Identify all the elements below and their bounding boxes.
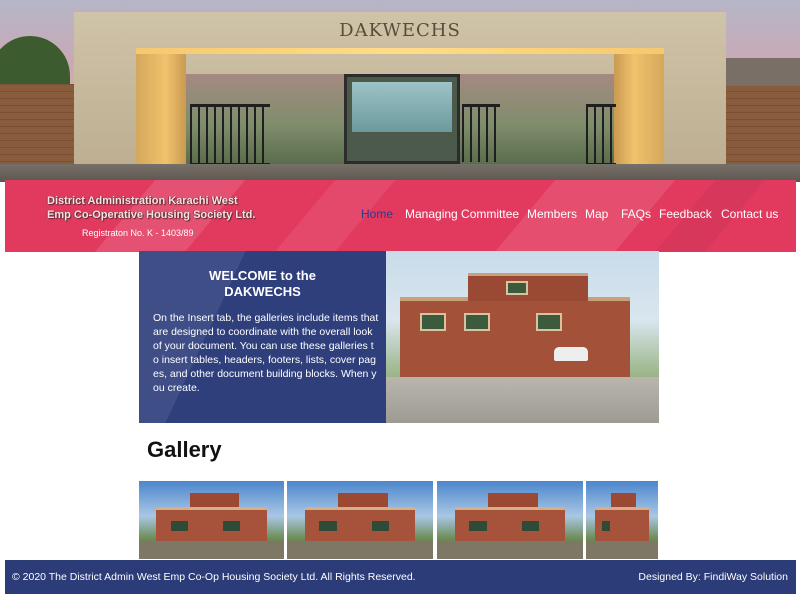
gate-fence-left: [190, 104, 270, 166]
gallery-heading: Gallery: [147, 437, 222, 462]
nav-contact-us[interactable]: Contact us: [721, 207, 778, 221]
gate-sign-text: DAKWECHS: [339, 20, 461, 41]
gallery-thumbnail-2[interactable]: [287, 481, 433, 559]
thumb-window: [469, 521, 487, 531]
thumb-window: [223, 521, 241, 531]
house-car: [554, 347, 588, 361]
gate-fence-right: [586, 104, 616, 166]
thumb-window: [371, 521, 390, 531]
thumb-ground: [139, 541, 284, 559]
house-window: [420, 313, 446, 331]
house-upper-floor: [468, 273, 588, 301]
thumb-window: [319, 521, 337, 531]
house-body: [400, 297, 630, 377]
nav-home[interactable]: Home: [361, 207, 393, 221]
nav-feedback[interactable]: Feedback: [659, 207, 712, 221]
thumb-window: [601, 521, 611, 531]
guard-booth-window: [352, 82, 452, 132]
thumb-ground: [437, 541, 583, 559]
house-window: [506, 281, 528, 295]
welcome-text: On the Insert tab, the galleries include…: [153, 312, 379, 394]
house-driveway: [386, 377, 659, 423]
organization-name: District Administration Karachi West Emp…: [47, 194, 255, 222]
nav-managing-committee[interactable]: Managing Committee: [405, 207, 519, 221]
nav-map[interactable]: Map: [585, 207, 608, 221]
featured-house-image: [386, 251, 659, 423]
footer-copyright: © 2020 The District Admin West Emp Co-Op…: [12, 571, 416, 583]
footer-bar: © 2020 The District Admin West Emp Co-Op…: [5, 560, 796, 594]
welcome-title-line2: DAKWECHS: [224, 284, 301, 299]
org-name-line1: District Administration Karachi West: [47, 195, 238, 207]
hero-building: [720, 58, 800, 88]
gallery-thumbnail-3[interactable]: [437, 481, 583, 559]
hero-banner-image: DAKWECHS: [0, 0, 800, 182]
thumb-window: [521, 521, 540, 531]
welcome-title: WELCOME to the DAKWECHS: [139, 268, 386, 300]
header-nav-banner: District Administration Karachi West Emp…: [5, 180, 796, 252]
nav-members[interactable]: Members: [527, 207, 577, 221]
gate-pillar-left: [136, 54, 186, 170]
gallery-strip: [139, 481, 658, 559]
thumb-ground: [287, 541, 433, 559]
gate-light-strip: [136, 48, 664, 54]
house-window: [536, 313, 562, 331]
welcome-title-line1: WELCOME to the: [209, 268, 316, 283]
thumb-ground: [586, 541, 658, 559]
org-name-line2: Emp Co-Operative Housing Society Ltd.: [47, 209, 256, 221]
gallery-thumbnail-4[interactable]: [586, 481, 658, 559]
house-window: [464, 313, 490, 331]
gallery-thumbnail-1[interactable]: [139, 481, 284, 559]
welcome-panel: WELCOME to the DAKWECHS On the Insert ta…: [139, 251, 386, 423]
nav-faqs[interactable]: FAQs: [621, 207, 651, 221]
registration-number: Registraton No. K - 1403/89: [82, 228, 194, 238]
gate-fence-middle: [462, 104, 500, 162]
footer-designer-credit[interactable]: Designed By: FindiWay Solution: [638, 571, 788, 583]
thumb-window: [170, 521, 189, 531]
gate-pillar-right: [614, 54, 664, 170]
